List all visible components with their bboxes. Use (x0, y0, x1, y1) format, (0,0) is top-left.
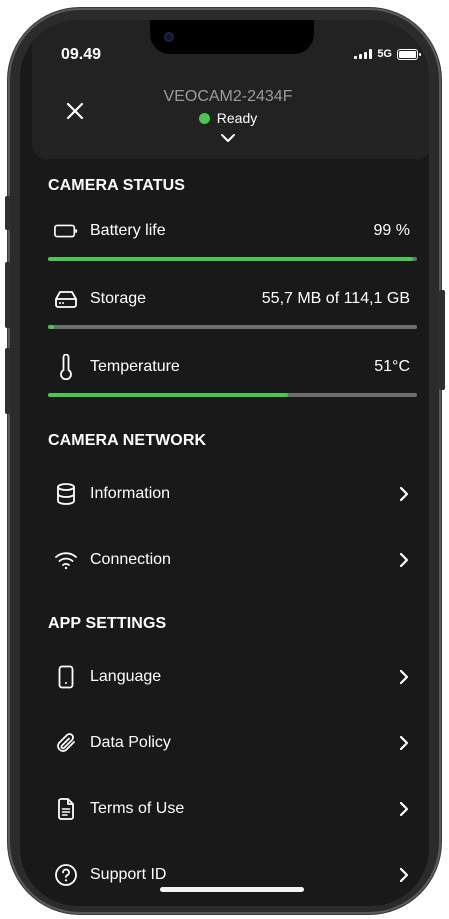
language-label: Language (90, 668, 162, 685)
signal-icon (354, 49, 373, 59)
storage-icon (54, 287, 78, 311)
temperature-label: Temperature (90, 358, 180, 375)
camera-status-heading: CAMERA STATUS (48, 177, 185, 194)
chevron-down-icon[interactable] (220, 133, 236, 143)
support-id-label: Support ID (90, 866, 167, 883)
nav-item-connection[interactable]: Connection (48, 538, 410, 582)
battery-progress (48, 257, 417, 261)
mute-switch (5, 196, 11, 230)
nav-item-language[interactable]: Language (48, 655, 410, 699)
storage-progress (48, 325, 417, 329)
nav-item-terms-of-use[interactable]: Terms of Use (48, 787, 410, 831)
information-label: Information (90, 485, 171, 502)
battery-status-icon (397, 48, 421, 60)
database-icon (54, 482, 78, 506)
network-label: 5G (377, 48, 392, 60)
nav-item-data-policy[interactable]: Data Policy (48, 721, 410, 765)
status-indicators: 5G (354, 48, 421, 60)
nav-item-information[interactable]: Information (48, 472, 410, 516)
status-time: 09.49 (61, 46, 102, 63)
device-name[interactable]: VEOCAM2-2434F (32, 88, 424, 106)
temperature-progress (48, 393, 417, 397)
power-button (439, 290, 445, 390)
battery-icon (54, 219, 78, 243)
chevron-right-icon (399, 669, 409, 685)
volume-down-button (5, 348, 11, 414)
status-dot (198, 112, 210, 124)
home-indicator[interactable] (160, 887, 304, 892)
chevron-right-icon (399, 735, 409, 751)
status-text: Ready (216, 110, 258, 126)
battery-value: 99 % (373, 222, 410, 239)
battery-label: Battery life (90, 222, 166, 239)
chevron-right-icon (399, 801, 409, 817)
app-settings-heading: APP SETTINGS (48, 615, 167, 632)
storage-value: 55,7 MB of 114,1 GB (261, 290, 410, 307)
storage-progress-fill (48, 325, 54, 329)
thermometer-icon (54, 354, 78, 380)
chevron-right-icon (399, 486, 409, 502)
notch (150, 20, 314, 54)
battery-row: Battery life 99 % (48, 211, 410, 251)
data-policy-label: Data Policy (90, 734, 171, 751)
storage-label: Storage (90, 290, 147, 307)
wifi-icon (54, 548, 78, 572)
temperature-value: 51°C (374, 358, 410, 375)
temperature-progress-fill (48, 393, 288, 397)
connection-status: Ready (32, 110, 424, 126)
temperature-row: Temperature 51°C (48, 347, 410, 387)
storage-row: Storage 55,7 MB of 114,1 GB (48, 279, 410, 319)
help-circle-icon (54, 863, 78, 887)
volume-up-button (5, 262, 11, 328)
phone-icon (54, 665, 78, 689)
front-camera (164, 32, 174, 42)
chevron-right-icon (399, 552, 409, 568)
paperclip-icon (54, 731, 78, 755)
battery-progress-fill (48, 257, 414, 261)
chevron-right-icon (399, 867, 409, 883)
camera-network-heading: CAMERA NETWORK (48, 432, 207, 449)
document-icon (54, 797, 78, 821)
connection-label: Connection (90, 551, 171, 568)
app-screen: 09.49 5G VEOCAM2-2434F Ready CAMERA STAT… (20, 20, 429, 906)
terms-of-use-label: Terms of Use (90, 800, 185, 817)
